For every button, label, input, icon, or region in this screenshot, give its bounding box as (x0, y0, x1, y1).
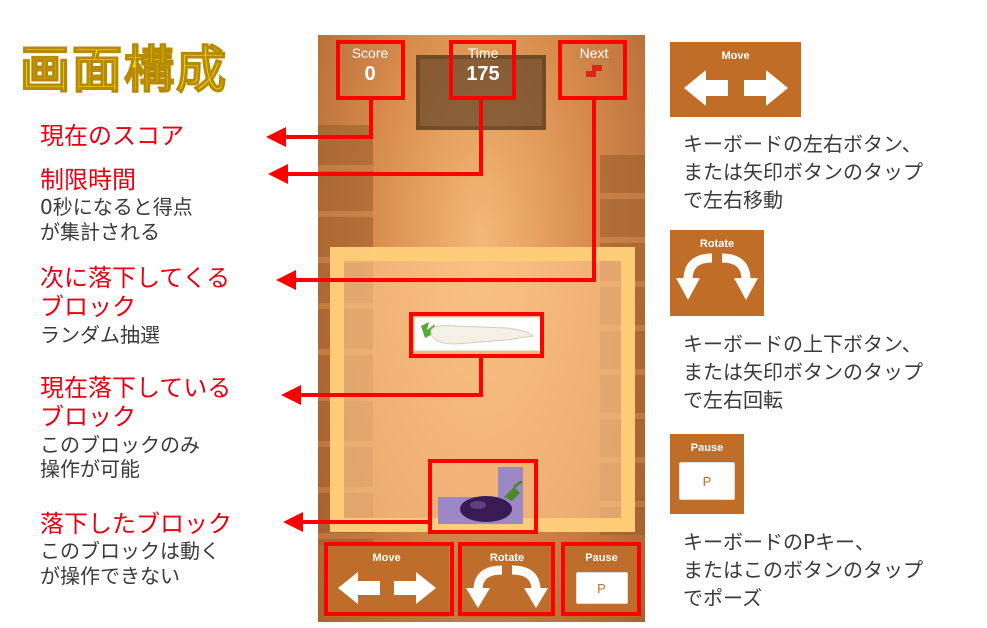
annotation-current-heading-1: 現在落下している (40, 374, 232, 402)
rotate-left-icon (676, 253, 713, 300)
legend-move-desc-1: キーボードの左右ボタン、 (683, 132, 922, 156)
annotation-current-desc-2: 操作が可能 (40, 456, 140, 481)
legend-pause-desc: キーボードのPキー、 またはこのボタンのタップ でポーズ (683, 528, 923, 612)
highlight-next (558, 40, 627, 100)
rotate-right-icon (721, 253, 758, 300)
legend-move-label: Move (721, 50, 750, 62)
legend-rotate-desc-2: または矢印ボタンのタップ (683, 360, 923, 384)
highlight-landed-block (428, 459, 538, 534)
legend-rotate-label: Rotate (699, 238, 735, 250)
legend-rotate-desc: キーボードの上下ボタン、 または矢印ボタンのタップ で左右回転 (683, 330, 923, 414)
legend-move-desc-2: または矢印ボタンのタップ (683, 160, 923, 184)
annotation-score-heading: 現在のスコア (40, 122, 184, 150)
annotation-next: 次に落下してくる ブロック ランダム抽選 (40, 264, 230, 347)
legend-move-panel: Move (670, 42, 801, 117)
annotation-current-heading-2: ブロック (40, 403, 136, 432)
annotation-landed-desc-1: このブロックは動く (40, 539, 220, 564)
annotation-time: 制限時間 0秒になると得点 が集計される (40, 166, 193, 244)
annotation-landed: 落下したブロック このブロックは動く が操作できない (40, 510, 232, 588)
highlight-move-control (324, 542, 454, 616)
right-arrow-icon (743, 70, 788, 106)
highlight-rotate-control (458, 542, 555, 616)
legend-move-desc: キーボードの左右ボタン、 または矢印ボタンのタップ で左右移動 (683, 130, 923, 214)
annotation-next-heading-1: 次に落下してくる (40, 264, 231, 292)
highlight-current-block (409, 312, 544, 358)
legend-pause-desc-1: キーボードのPキー、 (683, 530, 875, 554)
highlight-pause-control (561, 542, 641, 616)
highlight-time (449, 40, 516, 100)
annotation-landed-heading: 落下したブロック (40, 510, 232, 538)
annotation-time-desc-2: が集計される (40, 219, 160, 244)
annotation-score: 現在のスコア (40, 122, 184, 151)
legend-pause-label: Pause (690, 442, 724, 454)
legend-pause-desc-2: またはこのボタンのタップ (683, 558, 923, 582)
legend-move-arrows (683, 70, 788, 106)
legend-rotate-arrows (676, 253, 758, 300)
annotation-time-heading: 制限時間 (40, 166, 136, 194)
page-title: 画面構成 (19, 40, 228, 100)
left-arrow-icon (683, 70, 728, 106)
legend-rotate-panel: Rotate (670, 230, 764, 316)
annotation-landed-desc-2: が操作できない (40, 563, 180, 588)
legend-pause-desc-3: でポーズ (683, 586, 762, 610)
legend-pause-button: P (679, 462, 735, 500)
legend-pause-panel: Pause P (670, 434, 744, 514)
annotation-next-heading-2: ブロック (40, 293, 136, 322)
annotation-time-desc-1: 0秒になると得点 (40, 195, 193, 220)
legend-move-desc-3: で左右移動 (683, 188, 783, 212)
legend-rotate-desc-3: で左右回転 (683, 388, 783, 412)
annotation-current: 現在落下している ブロック このブロックのみ 操作が可能 (40, 374, 231, 481)
highlight-score (336, 40, 405, 100)
legend-rotate-desc-1: キーボードの上下ボタン、 (683, 332, 922, 356)
annotation-next-desc: ランダム抽選 (40, 322, 160, 347)
annotation-current-desc-1: このブロックのみ (40, 432, 200, 457)
